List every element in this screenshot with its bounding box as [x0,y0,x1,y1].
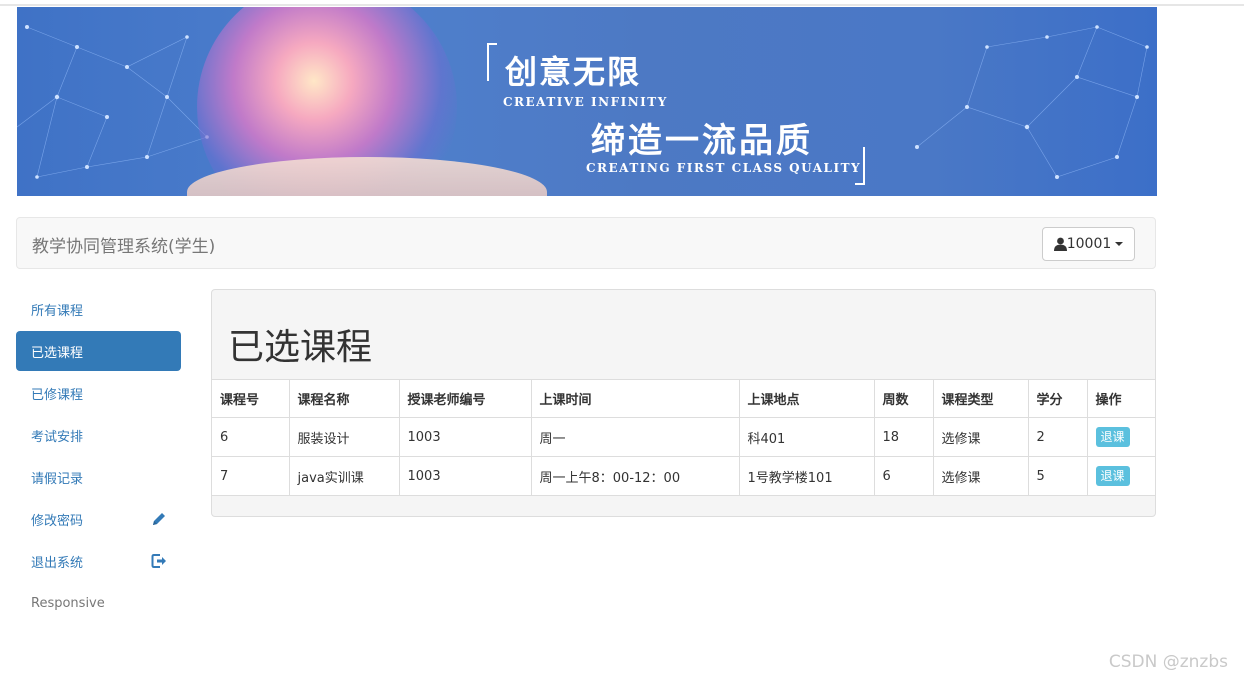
sidebar-item-label: 退出系统 [31,555,84,571]
pencil-icon [153,513,165,525]
course-type-cell: 选修课 [932,417,1029,457]
class-location-cell: 科401 [738,417,875,457]
sidebar-item-completed-courses[interactable]: 已修课程 [16,373,181,413]
course-name-cell: java实训课 [288,456,400,496]
column-header: 学分 [1027,379,1088,418]
drop-course-button[interactable]: 退课 [1095,466,1130,486]
teacher-id-cell: 1003 [398,456,532,496]
sidebar-item-label: 所有课程 [31,303,84,319]
course-id-cell: 7 [212,456,290,496]
class-time-cell: 周一上午8：00-12：00 [530,456,740,496]
slogan-en-1: CREATIVE INFINITY [503,95,668,109]
sidebar-item-change-password[interactable]: 修改密码 [16,499,181,539]
top-navbar: 教学协同管理系统(学生) 10001 [16,217,1156,269]
user-menu-button[interactable]: 10001 [1042,227,1135,261]
column-header: 课程号 [212,379,290,418]
column-header: 授课老师编号 [398,379,532,418]
course-type-cell: 选修课 [932,456,1029,496]
selected-courses-panel: 已选课程 课程号 课程名称 授课老师编号 上课时间 上课地点 周数 课程类型 学… [211,289,1156,517]
class-time-cell: 周一 [530,417,740,457]
sidebar-item-responsive: Responsive [16,583,181,623]
column-header: 课程名称 [288,379,400,418]
page-title: 已选课程 [228,327,373,368]
sidebar-item-label: 请假记录 [31,471,84,487]
courses-table: 课程号 课程名称 授课老师编号 上课时间 上课地点 周数 课程类型 学分 操作 … [212,379,1155,496]
teacher-id-cell: 1003 [398,417,532,457]
caret-down-icon [1115,242,1124,246]
sidebar-item-label: 考试安排 [31,429,84,445]
sidebar-nav: 所有课程 已选课程 已修课程 考试安排 请假记录 修改密码 退出系统 Respo… [16,289,181,625]
watermark-text: CSDN @znzbs [1108,652,1228,672]
course-name-cell: 服装设计 [288,417,400,457]
action-cell: 退课 [1086,456,1155,496]
credits-cell: 5 [1027,456,1088,496]
sidebar-item-label: 修改密码 [31,513,84,529]
sidebar-item-label: 已修课程 [31,387,84,403]
sidebar-item-selected-courses[interactable]: 已选课程 [16,331,181,371]
course-id-cell: 6 [212,417,290,457]
user-icon [1053,237,1067,251]
top-divider [0,4,1244,6]
sidebar-item-label: 已选课程 [31,345,84,361]
weeks-cell: 6 [873,456,934,496]
sidebar-item-logout[interactable]: 退出系统 [16,541,181,581]
credits-cell: 2 [1027,417,1088,457]
table-row: 6 服装设计 1003 周一 科401 18 选修课 2 退课 [212,417,1155,457]
column-header: 周数 [873,379,934,418]
column-header: 上课时间 [530,379,740,418]
header-banner: 创意无限 CREATIVE INFINITY 缔造一流品质 CREATING F… [17,7,1157,196]
sidebar-item-all-courses[interactable]: 所有课程 [16,289,181,329]
column-header: 操作 [1086,379,1155,418]
slogan-cn-1: 创意无限 [505,53,642,91]
bracket-left-decoration [487,43,497,81]
slogan-cn-2: 缔造一流品质 [591,121,813,161]
table-row: 7 java实训课 1003 周一上午8：00-12：00 1号教学楼101 6… [212,456,1155,496]
column-header: 上课地点 [738,379,875,418]
sidebar-item-label: Responsive [31,595,105,611]
slogan-en-2: CREATING FIRST CLASS QUALITY [586,161,862,175]
table-header-row: 课程号 课程名称 授课老师编号 上课时间 上课地点 周数 课程类型 学分 操作 [212,379,1155,418]
app-title[interactable]: 教学协同管理系统(学生) [32,232,215,257]
class-location-cell: 1号教学楼101 [738,456,875,496]
action-cell: 退课 [1086,417,1155,457]
sidebar-item-exam-schedule[interactable]: 考试安排 [16,415,181,455]
user-id-label: 10001 [1066,236,1112,252]
network-decoration-right [915,25,1149,179]
drop-course-button[interactable]: 退课 [1095,427,1130,447]
column-header: 课程类型 [932,379,1029,418]
sidebar-item-leave-records[interactable]: 请假记录 [16,457,181,497]
network-decoration-left [17,25,209,179]
logout-icon [151,554,166,568]
weeks-cell: 18 [873,417,934,457]
